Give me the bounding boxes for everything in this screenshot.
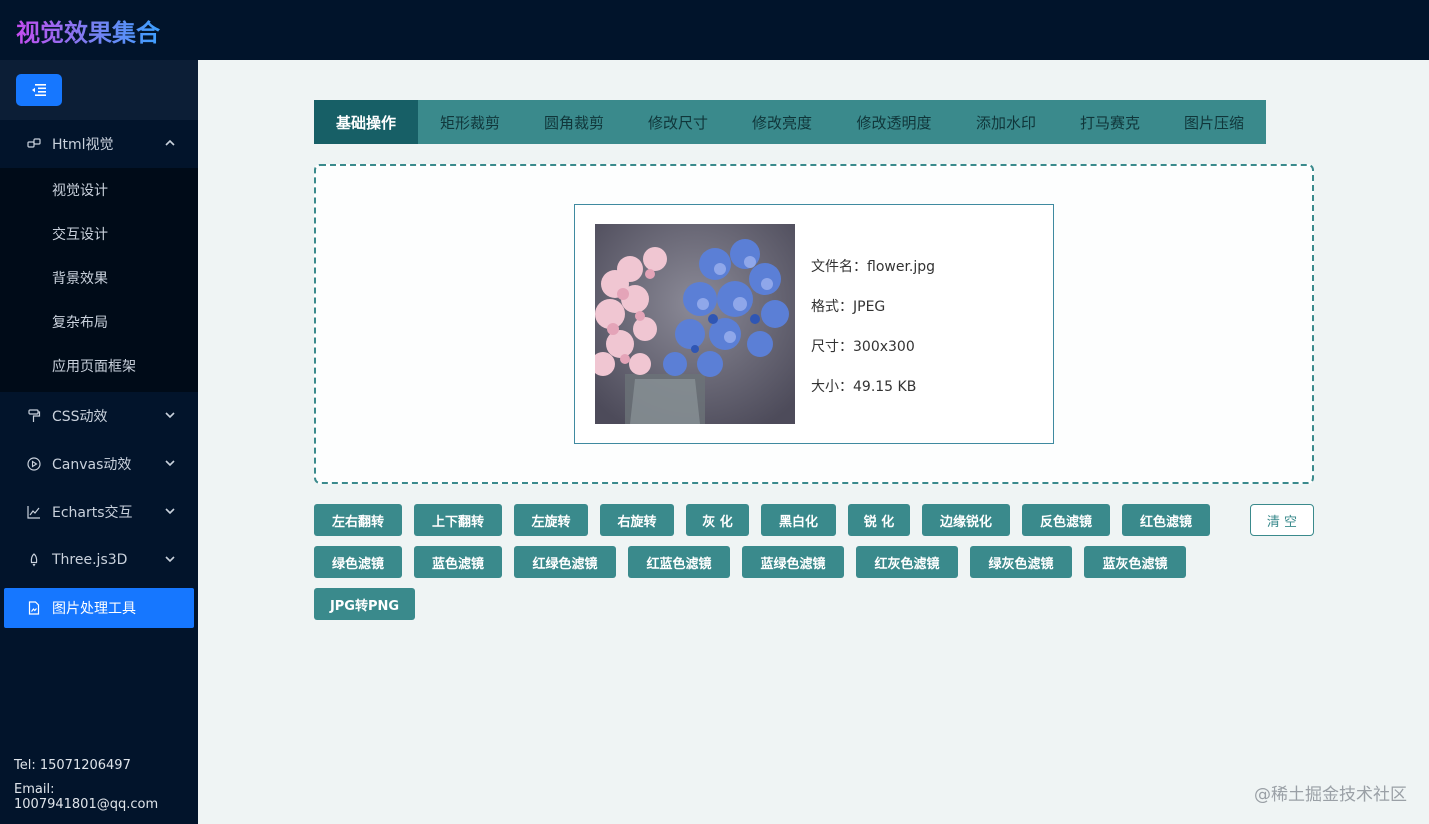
black-white-button[interactable]: 黑白化 [761, 504, 836, 536]
sidebar-item-label: CSS动效 [52, 409, 108, 425]
top-bar: 视觉效果集合 [0, 0, 1429, 60]
chevron-down-icon [165, 412, 175, 419]
red-green-filter-button[interactable]: 红绿色滤镜 [514, 546, 616, 578]
sidebar-item-image-tool[interactable]: 图片处理工具 [4, 588, 194, 628]
file-dimensions: 尺寸：300x300 [811, 339, 915, 355]
contact-tel: Tel: 15071206497 [14, 758, 131, 773]
flower-image [595, 224, 795, 424]
file-format: 格式：JPEG [811, 299, 886, 315]
chevron-down-icon [165, 508, 175, 515]
grayscale-button[interactable]: 灰 化 [686, 504, 749, 536]
sidebar-item-echarts[interactable]: Echarts交互 [0, 488, 198, 536]
blue-gray-filter-button[interactable]: 蓝灰色滤镜 [1084, 546, 1186, 578]
tab-mosaic[interactable]: 打马赛克 [1058, 100, 1162, 144]
menu-collapse-button[interactable] [16, 74, 62, 106]
sidebar-item-css[interactable]: CSS动效 [0, 392, 198, 440]
green-filter-button[interactable]: 绿色滤镜 [314, 546, 402, 578]
jpg-to-png-button[interactable]: JPG转PNG [314, 588, 415, 620]
clear-button[interactable]: 清 空 [1250, 504, 1314, 536]
sidebar-item-label: Html视觉 [52, 137, 114, 153]
flip-horizontal-button[interactable]: 左右翻转 [314, 504, 402, 536]
blue-filter-button[interactable]: 蓝色滤镜 [414, 546, 502, 578]
play-circle-icon [26, 456, 42, 472]
tab-round-crop[interactable]: 圆角裁剪 [522, 100, 626, 144]
sidebar-item-label: Canvas动效 [52, 457, 132, 473]
file-info-card: 文件名：flower.jpg 格式：JPEG 尺寸：300x300 大小：49.… [574, 204, 1054, 444]
red-gray-filter-button[interactable]: 红灰色滤镜 [856, 546, 958, 578]
line-chart-icon [26, 504, 42, 520]
submenu-item-background-effects[interactable]: 背景效果 [0, 256, 198, 300]
tab-watermark[interactable]: 添加水印 [954, 100, 1058, 144]
red-blue-filter-button[interactable]: 红蓝色滤镜 [628, 546, 730, 578]
collapse-area [0, 60, 198, 120]
flip-vertical-button[interactable]: 上下翻转 [414, 504, 502, 536]
file-name: 文件名：flower.jpg [811, 259, 936, 275]
chevron-down-icon [165, 460, 175, 467]
submenu-item-app-frame[interactable]: 应用页面框架 [0, 344, 198, 388]
chevron-down-icon [165, 556, 175, 563]
sidebar-item-html[interactable]: Html视觉 [0, 120, 198, 168]
red-filter-button[interactable]: 红色滤镜 [1122, 504, 1210, 536]
submenu-item-interaction-design[interactable]: 交互设计 [0, 212, 198, 256]
link-icon [26, 136, 42, 152]
sidebar-item-threejs[interactable]: Three.js3D [0, 536, 198, 584]
image-thumbnail[interactable] [595, 224, 795, 424]
html-submenu: 视觉设计 交互设计 背景效果 复杂布局 应用页面框架 [0, 168, 198, 392]
tab-rect-crop[interactable]: 矩形裁剪 [418, 100, 522, 144]
blue-green-filter-button[interactable]: 蓝绿色滤镜 [742, 546, 844, 578]
submenu-item-visual-design[interactable]: 视觉设计 [0, 168, 198, 212]
edge-sharpen-button[interactable]: 边缘锐化 [922, 504, 1010, 536]
rocket-icon [26, 552, 42, 568]
green-gray-filter-button[interactable]: 绿灰色滤镜 [970, 546, 1072, 578]
sidebar-item-label: Echarts交互 [52, 505, 133, 521]
tab-basic-ops[interactable]: 基础操作 [314, 100, 418, 144]
file-size: 大小：49.15 KB [811, 379, 917, 395]
tool-tabs: 基础操作 矩形裁剪 圆角裁剪 修改尺寸 修改亮度 修改透明度 添加水印 打马赛克… [314, 100, 1266, 144]
invert-filter-button[interactable]: 反色滤镜 [1022, 504, 1110, 536]
file-image-icon [26, 600, 42, 616]
menu-fold-icon [32, 84, 46, 96]
tab-compress[interactable]: 图片压缩 [1162, 100, 1266, 144]
sidebar: Html视觉 视觉设计 交互设计 背景效果 复杂布局 应用页面框架 CSS动效 … [0, 60, 198, 824]
app-title: 视觉效果集合 [16, 13, 160, 48]
rotate-left-button[interactable]: 左旋转 [514, 504, 588, 536]
chevron-up-icon [165, 139, 175, 146]
sidebar-item-label: 图片处理工具 [52, 601, 136, 617]
paint-roller-icon [26, 408, 42, 424]
contact-email: Email: 1007941801@qq.com [14, 782, 159, 812]
tab-resize[interactable]: 修改尺寸 [626, 100, 730, 144]
watermark-text: @稀土掘金技术社区 [1254, 785, 1407, 805]
tab-brightness[interactable]: 修改亮度 [730, 100, 834, 144]
sharpen-button[interactable]: 锐 化 [848, 504, 910, 536]
sidebar-item-label: Three.js3D [52, 552, 128, 568]
rotate-right-button[interactable]: 右旋转 [600, 504, 674, 536]
sidebar-item-canvas[interactable]: Canvas动效 [0, 440, 198, 488]
submenu-item-complex-layout[interactable]: 复杂布局 [0, 300, 198, 344]
tab-opacity[interactable]: 修改透明度 [834, 100, 954, 144]
